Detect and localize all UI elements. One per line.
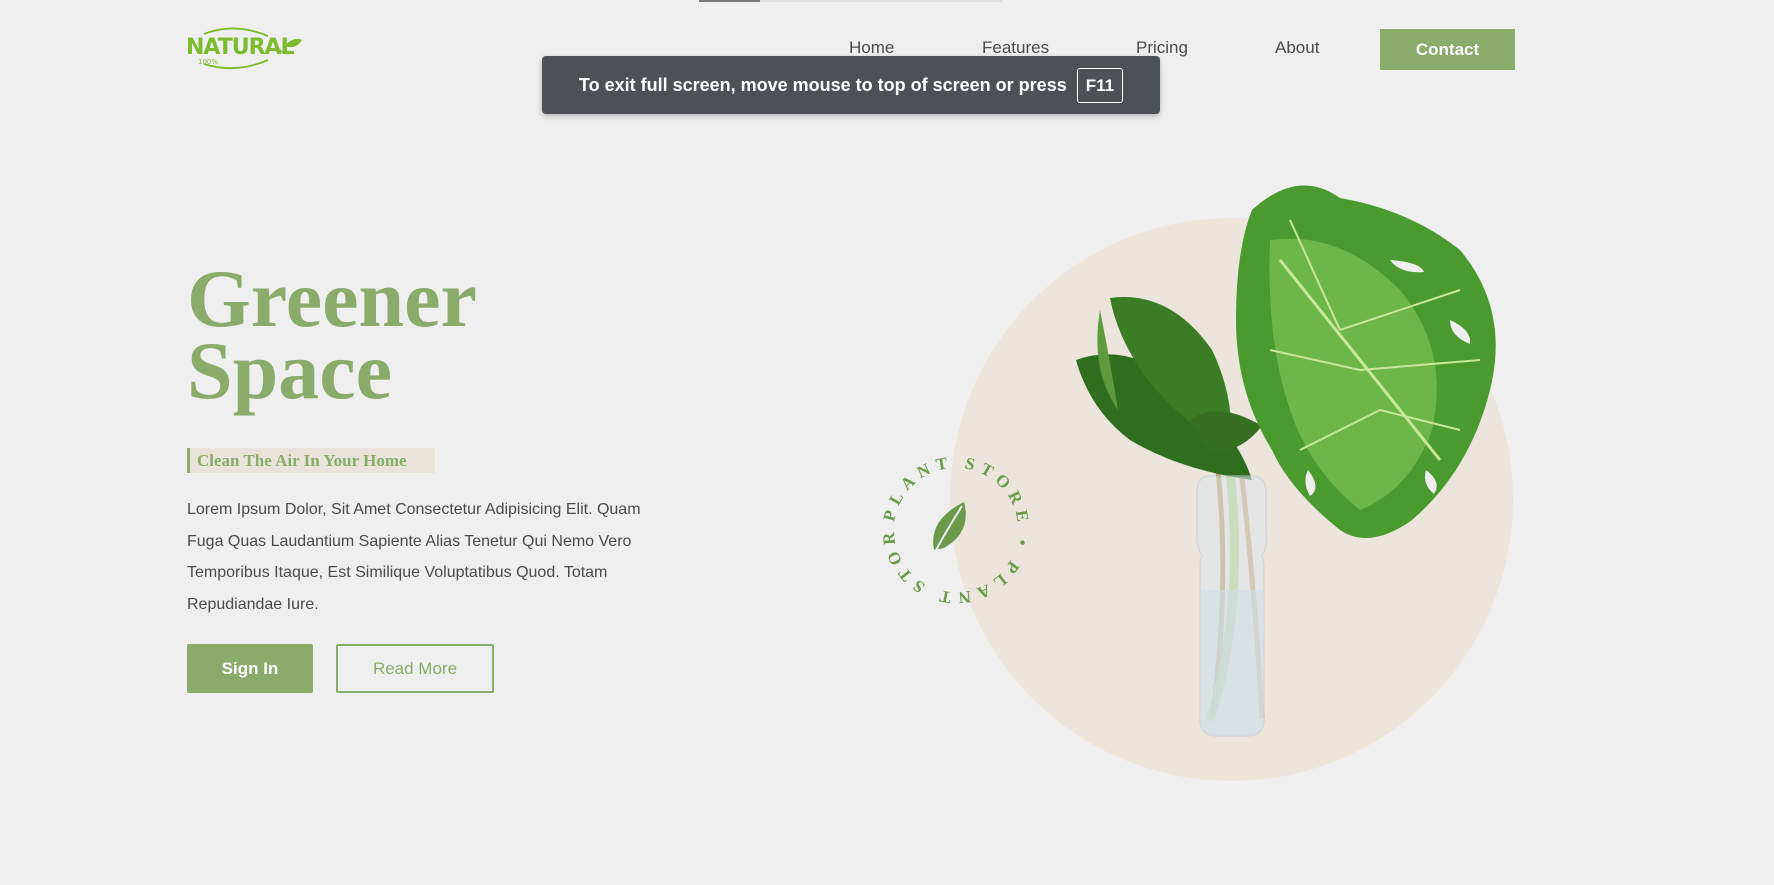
sign-in-button[interactable]: Sign In bbox=[187, 644, 313, 693]
hero-tagline: Clean The Air In Your Home bbox=[187, 448, 435, 473]
plant-store-badge: PLANT STORE • PLANT STORE • bbox=[866, 440, 1027, 607]
toast-key: F11 bbox=[1076, 67, 1124, 103]
page: NATURAL 100% Home Features Pricing About… bbox=[0, 0, 1774, 885]
nav-pricing[interactable]: Pricing bbox=[1136, 38, 1188, 58]
logo-text: NATURAL bbox=[186, 35, 295, 60]
hero-title: Greener Space bbox=[187, 258, 477, 412]
contact-button[interactable]: Contact bbox=[1380, 29, 1515, 70]
fullscreen-toast: To exit full screen, move mouse to top o… bbox=[542, 56, 1160, 114]
read-more-button[interactable]: Read More bbox=[336, 644, 494, 693]
leaf-icon bbox=[933, 502, 966, 551]
top-progress-fill bbox=[699, 0, 760, 2]
nav-about[interactable]: About bbox=[1275, 38, 1319, 58]
nav-features[interactable]: Features bbox=[982, 38, 1049, 58]
hero-description: Lorem Ipsum Dolor, Sit Amet Consectetur … bbox=[187, 501, 641, 613]
hero-title-line2: Space bbox=[187, 325, 392, 416]
toast-message: To exit full screen, move mouse to top o… bbox=[578, 74, 1067, 95]
nav-home[interactable]: Home bbox=[849, 38, 894, 58]
plant-image bbox=[1076, 185, 1496, 737]
logo[interactable]: NATURAL 100% bbox=[186, 26, 304, 72]
logo-subtext: 100% bbox=[198, 58, 219, 66]
